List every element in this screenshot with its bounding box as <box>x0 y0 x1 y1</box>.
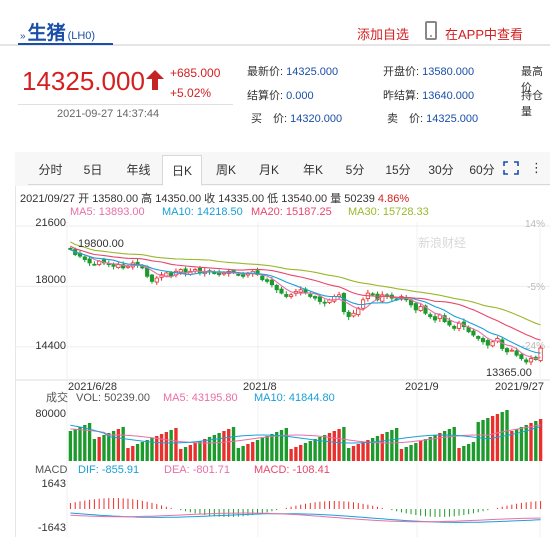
high-value: 14350.00 <box>155 193 202 205</box>
contract-code: (LH0) <box>67 30 96 42</box>
field-open-interest: 持仓量 <box>521 87 550 119</box>
field-label: 昨结算: <box>383 90 420 102</box>
kline-pct: 4.86% <box>377 193 410 205</box>
open-value: 13580.00 <box>92 193 139 205</box>
field-label: 最新价: <box>247 66 284 78</box>
ma10-label: MA10: 14218.50 <box>162 206 243 218</box>
low-label: 低 <box>267 193 279 205</box>
field-latest: 最新价: 14325.000 <box>247 63 338 79</box>
tab-15min[interactable]: 15分 <box>377 155 419 185</box>
quote-time: 2021-09-27 14:37:44 <box>57 108 160 120</box>
field-open: 开盘价: 13580.000 <box>383 63 474 79</box>
tab-weekly-k[interactable]: 周K <box>206 155 246 185</box>
field-label: 买 价: <box>251 113 288 125</box>
tab-intraday[interactable]: 分时 <box>28 155 73 185</box>
title-mark: » <box>20 31 26 42</box>
field-ask: 卖 价: 14325.000 <box>387 110 478 126</box>
tab-monthly-k[interactable]: 月K <box>249 155 289 185</box>
field-value: 14325.000 <box>426 113 479 125</box>
field-value: 0.000 <box>286 90 314 102</box>
ma30-label: MA30: 15728.33 <box>348 206 429 218</box>
vol-label: 量 <box>330 193 342 205</box>
field-value: 13640.000 <box>422 90 475 102</box>
tab-5day[interactable]: 5日 <box>73 155 113 185</box>
vol-value: 50239 <box>344 193 375 205</box>
tab-year-line[interactable]: 年线 <box>116 155 161 185</box>
field-value: 13580.000 <box>422 66 475 78</box>
kline-date: 2021/09/27 <box>20 193 76 205</box>
view-in-app-link[interactable]: 在APP中查看 <box>445 24 523 43</box>
ma5-label: MA5: 13893.00 <box>70 206 145 218</box>
price-change: +685.000 <box>170 66 221 80</box>
field-label: 开盘价: <box>383 66 420 78</box>
field-label: 卖 价: <box>387 113 424 125</box>
tab-yearly-k[interactable]: 年K <box>293 155 333 185</box>
field-value: 14320.000 <box>290 113 343 125</box>
tab-5min[interactable]: 5分 <box>336 155 374 185</box>
title-underline <box>18 43 113 45</box>
field-prev-settle: 昨结算: 13640.000 <box>383 87 474 103</box>
header-bar: » 生猪 (LH0) 添加自选 在APP中查看 <box>0 0 550 46</box>
high-label: 高 <box>141 193 153 205</box>
close-value: 14335.00 <box>218 193 265 205</box>
field-settle: 结算价: 0.000 <box>247 87 314 103</box>
tab-30min[interactable]: 30分 <box>420 155 462 185</box>
last-price: 14325.000 <box>22 66 145 96</box>
open-label: 开 <box>78 193 90 205</box>
page-title: 生猪 <box>27 23 66 44</box>
title-group: » 生猪 (LH0) <box>20 18 95 45</box>
price-change-pct: +5.02% <box>170 86 212 100</box>
settings-icon[interactable]: ⋮ <box>530 160 543 176</box>
low-value: 13540.00 <box>281 193 328 205</box>
ma20-label: MA20: 15187.25 <box>251 206 332 218</box>
field-bid: 买 价: 14320.000 <box>251 110 342 126</box>
field-label: 结算价: <box>247 90 284 102</box>
field-label: 持仓量 <box>521 90 543 118</box>
chart-tabs: 分时 5日 年线 日K 周K 月K 年K 5分 15分 30分 60分 <box>28 155 550 186</box>
quote-divider <box>18 104 233 105</box>
kline-info: 2021/09/27 开 13580.00 高 14350.00 收 14335… <box>20 190 409 206</box>
fullscreen-icon[interactable] <box>503 161 519 175</box>
add-favorite-link[interactable]: 添加自选 <box>357 24 409 43</box>
field-value: 14325.000 <box>286 66 339 78</box>
close-label: 收 <box>204 193 216 205</box>
tab-60min[interactable]: 60分 <box>461 155 503 185</box>
tab-daily-k[interactable]: 日K <box>162 155 202 186</box>
chart-panel <box>15 186 550 537</box>
phone-icon[interactable] <box>425 21 437 40</box>
